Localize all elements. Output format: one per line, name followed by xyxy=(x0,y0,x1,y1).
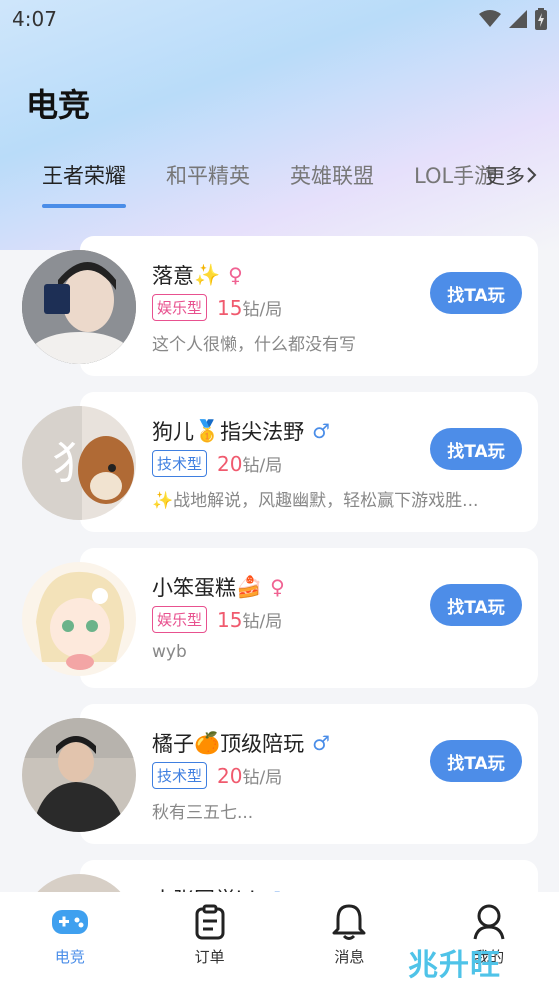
female-icon: ♀ xyxy=(270,575,285,599)
male-icon: ♂ xyxy=(312,419,331,443)
player-name: 橘子 xyxy=(152,732,194,756)
find-ta-play-button[interactable]: 找TA玩 xyxy=(430,740,522,782)
player-price: 15 xyxy=(217,295,243,320)
avatar-photo: 犭 xyxy=(22,406,136,520)
user-icon xyxy=(472,902,506,942)
orange-emoji: 🍊 xyxy=(194,730,221,755)
player-tag-row: 娱乐型 15 钻/局 xyxy=(152,294,282,321)
more-button[interactable]: 更多 xyxy=(485,160,537,189)
nav-item-orders[interactable]: 订单 xyxy=(140,892,280,995)
nav-item-messages[interactable]: 消息 xyxy=(280,892,420,995)
nav-item-esports[interactable]: 电竞 xyxy=(0,892,140,995)
tab-wzry[interactable]: 王者荣耀 xyxy=(42,160,126,208)
avatar-photo xyxy=(22,562,136,676)
player-name-row: 落意 ✨ ♀ xyxy=(152,260,243,290)
avatar-photo xyxy=(22,250,136,364)
find-ta-play-button[interactable]: 找TA玩 xyxy=(430,584,522,626)
avatar xyxy=(22,718,136,832)
player-name-row: 橘子 🍊 顶级陪玩 ♂ xyxy=(152,728,330,758)
tab-yxlm[interactable]: 英雄联盟 xyxy=(290,160,374,190)
player-name: 狗儿 xyxy=(152,420,194,444)
price-unit: 钻/局 xyxy=(242,300,283,320)
sparkle-emoji: ✨ xyxy=(194,262,221,287)
player-name-suffix: 顶级陪玩 xyxy=(220,732,305,756)
player-type-badge: 技术型 xyxy=(152,450,208,477)
player-tag-row: 技术型 20 钻/局 xyxy=(152,450,282,477)
player-name: 落意 xyxy=(152,264,194,288)
nav-label: 消息 xyxy=(334,948,365,966)
player-tag-row: 技术型 20 钻/局 xyxy=(152,762,282,789)
tab-hpjy[interactable]: 和平精英 xyxy=(166,160,250,190)
watermark-logo: 兆升旺 xyxy=(408,948,501,983)
gamepad-icon xyxy=(50,902,90,942)
player-type-badge: 娱乐型 xyxy=(152,294,208,321)
player-price: 20 xyxy=(217,451,243,476)
price-unit: 钻/局 xyxy=(242,612,283,632)
player-description: 这个人很懒，什么都没有写 xyxy=(152,335,356,355)
player-description: wyb xyxy=(152,642,187,662)
player-price: 20 xyxy=(217,763,243,788)
battery-icon xyxy=(535,8,547,30)
status-bar: 4:07 xyxy=(0,0,559,38)
chevron-right-icon xyxy=(527,166,537,183)
player-description: 秋有三五七... xyxy=(152,803,254,823)
nav-label: 电竞 xyxy=(54,948,85,966)
page-title: 电竞 xyxy=(26,86,91,124)
wifi-icon xyxy=(479,10,501,27)
status-time: 4:07 xyxy=(12,7,57,31)
player-price: 15 xyxy=(217,607,243,632)
player-type-badge: 娱乐型 xyxy=(152,606,208,633)
status-icons xyxy=(479,8,547,30)
player-tag-row: 娱乐型 15 钻/局 xyxy=(152,606,282,633)
male-icon: ♂ xyxy=(312,731,331,755)
find-ta-play-button[interactable]: 找TA玩 xyxy=(430,272,522,314)
game-tabs: 王者荣耀 和平精英 英雄联盟 LOL手游 xyxy=(0,160,559,220)
avatar-photo xyxy=(22,718,136,832)
avatar: 犭 xyxy=(22,406,136,520)
find-ta-play-button[interactable]: 找TA玩 xyxy=(430,428,522,470)
clipboard-icon xyxy=(194,902,226,942)
avatar xyxy=(22,250,136,364)
player-name-suffix: 指尖法野 xyxy=(220,420,305,444)
player-description: ✨战地解说，风趣幽默，轻松赢下游戏胜... xyxy=(152,491,479,511)
player-name: 小笨蛋糕 xyxy=(152,576,236,600)
female-icon: ♀ xyxy=(228,263,243,287)
avatar xyxy=(22,562,136,676)
cake-emoji: 🍰 xyxy=(236,574,263,599)
price-unit: 钻/局 xyxy=(242,456,283,476)
medal-emoji: 🥇 xyxy=(194,418,221,443)
more-label: 更多 xyxy=(485,164,525,188)
player-name-row: 小笨蛋糕 🍰 ♀ xyxy=(152,572,285,602)
nav-label: 订单 xyxy=(194,948,225,966)
player-type-badge: 技术型 xyxy=(152,762,208,789)
bell-icon xyxy=(332,902,366,942)
price-unit: 钻/局 xyxy=(242,768,283,788)
signal-icon xyxy=(509,10,527,28)
player-name-row: 狗儿 🥇 指尖法野 ♂ xyxy=(152,416,330,446)
